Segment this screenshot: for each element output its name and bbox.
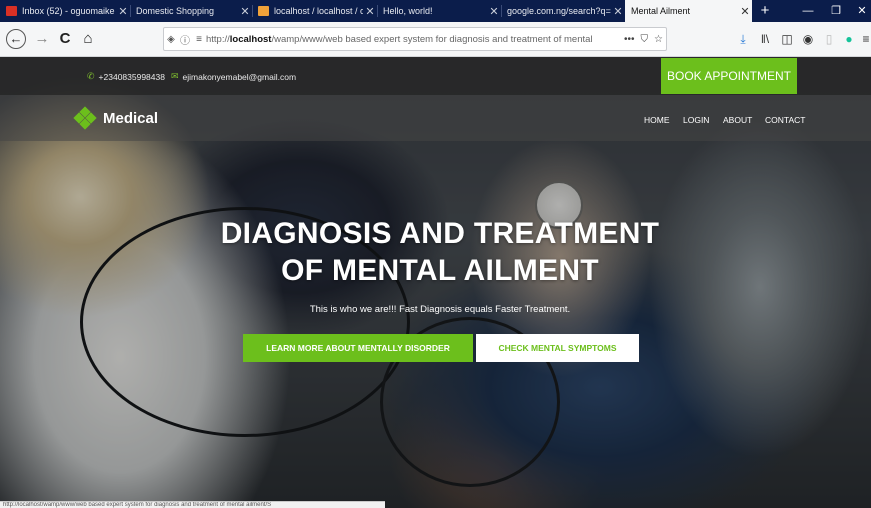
tab-mental-ailment[interactable]: Mental Ailment ✕ (625, 0, 752, 22)
tab-close-icon[interactable]: ✕ (487, 5, 501, 18)
phpmyadmin-icon (258, 6, 269, 16)
web-page: ✆ +2340835998438 ✉ ejimakonyemabel@gmail… (0, 57, 871, 508)
download-icon[interactable]: ⤓ (735, 31, 751, 47)
tab-label: Hello, world! (383, 6, 433, 16)
tab-label: google.com.ng/search?q=ex (507, 6, 611, 16)
maximize-button[interactable]: ❐ (823, 0, 849, 22)
nav-login[interactable]: LOGIN (683, 115, 709, 125)
check-symptoms-button[interactable]: CHECK MENTAL SYMPTOMS (476, 334, 639, 362)
tab-label: Inbox (52) - oguomaike (22, 6, 115, 16)
bookmark-star-icon[interactable]: ☆ (651, 34, 666, 45)
tab-label: Domestic Shopping (136, 6, 215, 16)
contact-topbar: ✆ +2340835998438 ✉ ejimakonyemabel@gmail… (0, 57, 871, 95)
address-bar[interactable]: ◈ ⓘ ≡ http://localhost/wamp/www/web base… (163, 27, 667, 51)
url-path: /wamp/www/web based expert system for di… (271, 33, 593, 45)
tab-hello-world[interactable]: Hello, world! ✕ (377, 0, 501, 22)
brand-name: Medical (103, 109, 159, 127)
tab-close-icon[interactable]: ✕ (116, 5, 130, 18)
hero-title-line-1: DIAGNOSIS AND TREATMENT (220, 217, 660, 250)
library-icon[interactable]: ‖\ (757, 31, 773, 47)
nav-contact[interactable]: CONTACT (765, 115, 805, 125)
mail-icon: ✉ (170, 71, 179, 81)
info-icon[interactable]: ⓘ (178, 32, 192, 47)
status-bar-url: http://localhost/wamp/www/web based expe… (0, 501, 385, 508)
medical-cross-icon (73, 106, 97, 130)
tab-close-icon[interactable]: ✕ (611, 5, 625, 18)
navigation-toolbar: ← → C ⌂ ◈ ⓘ ≡ http://localhost/wamp/www/… (0, 22, 871, 57)
tab-google-search[interactable]: google.com.ng/search?q=ex ✕ (501, 0, 625, 22)
tab-localhost[interactable]: localhost / localhost / o ✕ (252, 0, 377, 22)
hero-title-line-2: OF MENTAL AILMENT (281, 254, 599, 287)
account-icon[interactable]: ◉ (800, 31, 816, 47)
sidebar-icon[interactable]: ◫ (779, 31, 795, 47)
hero-title: DIAGNOSIS AND TREATMENT OF MENTAL AILMEN… (200, 215, 680, 289)
back-button[interactable]: ← (6, 29, 26, 49)
tab-label: localhost / localhost / o (274, 6, 363, 16)
permissions-icon[interactable]: ≡ (192, 34, 206, 45)
phone-number: +2340835998438 (98, 71, 165, 82)
tab-close-icon[interactable]: ✕ (738, 5, 752, 18)
tab-bar: Inbox (52) - oguomaike ✕ Domestic Shoppi… (0, 0, 871, 22)
tab-gmail[interactable]: Inbox (52) - oguomaike ✕ (0, 0, 130, 22)
home-button[interactable]: ⌂ (78, 29, 98, 49)
tab-close-icon[interactable]: ✕ (238, 5, 252, 18)
close-window-button[interactable]: ✕ (849, 0, 871, 22)
tab-close-icon[interactable]: ✕ (363, 5, 377, 18)
nav-home[interactable]: HOME (644, 115, 670, 125)
hero-subtitle: This is who we are!!! Fast Diagnosis equ… (309, 304, 571, 315)
phone-icon: ✆ (87, 71, 95, 81)
extension-icon[interactable]: ▯ (821, 31, 837, 47)
url-host: localhost (229, 33, 272, 45)
email-address: ejimakonyemabel@gmail.com (182, 71, 297, 82)
reload-button[interactable]: C (55, 29, 75, 49)
pocket-icon[interactable]: ⛉ (638, 34, 652, 45)
page-actions-icon[interactable]: ••• (621, 34, 638, 45)
grammarly-icon[interactable]: ● (841, 31, 857, 47)
learn-more-button[interactable]: LEARN MORE ABOUT MENTALLY DISORDER (243, 334, 473, 362)
nav-about[interactable]: ABOUT (723, 115, 752, 125)
new-tab-button[interactable]: + (756, 0, 774, 22)
contact-info: ✆ +2340835998438 ✉ ejimakonyemabel@gmail… (87, 71, 296, 82)
forward-button[interactable]: → (32, 29, 52, 49)
url-text[interactable]: http://localhost/wamp/www/web based expe… (206, 34, 621, 45)
brand-logo[interactable]: Medical (73, 106, 159, 130)
menu-icon[interactable]: ≡ (861, 31, 871, 47)
tab-domestic-shopping[interactable]: Domestic Shopping ✕ (130, 0, 252, 22)
main-navigation: Medical HOME LOGIN ABOUT CONTACT (0, 95, 871, 141)
tab-label: Mental Ailment (631, 6, 691, 16)
gmail-icon (6, 6, 17, 16)
url-prefix: http:// (206, 33, 230, 45)
book-appointment-button[interactable]: BOOK APPOINTMENT (661, 58, 797, 94)
shield-icon[interactable]: ◈ (164, 34, 178, 45)
minimize-button[interactable]: — (795, 0, 821, 22)
